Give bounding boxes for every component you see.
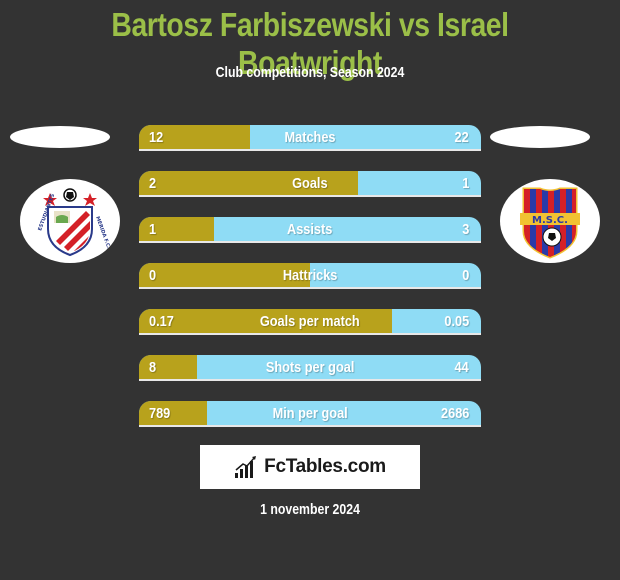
date-label: 1 november 2024 [260,501,360,518]
right-value: 0 [461,267,469,284]
competition-subtitle: Club competitions, Season 2024 [215,64,405,81]
stat-row-min-per-goal[interactable]: 789 Min per goal 2686 [139,401,481,427]
stat-row-hattricks[interactable]: 0 Hattricks 0 [139,263,481,289]
right-team-badge[interactable]: M.S.C. [500,179,600,263]
right-value: 3 [461,221,469,238]
fctables-logo[interactable]: FcTables.com [200,445,420,489]
stat-label: Assists [287,221,333,238]
right-value: 22 [454,129,469,146]
stat-row-assists[interactable]: 1 Assists 3 [139,217,481,243]
stat-label: Min per goal [272,405,348,422]
stat-label: Shots per goal [265,359,355,376]
stat-label: Goals per match [260,313,360,330]
right-player-oval [490,126,590,148]
stat-row-matches[interactable]: 12 Matches 22 [139,125,481,151]
stat-row-shots-per-goal[interactable]: 8 Shots per goal 44 [139,355,481,381]
bar-chart-icon [235,456,257,478]
right-value: 2686 [440,405,469,422]
svg-text:M.S.C.: M.S.C. [532,215,568,226]
msc-crest-icon: M.S.C. [520,187,580,259]
right-value: 1 [461,175,469,192]
stat-label: Goals [292,175,328,192]
right-value: 0.05 [444,313,469,330]
estudiantes-de-merida-crest-icon: ESTUDIANTES MERIDA F.C. [37,188,110,257]
left-team-badge[interactable]: ESTUDIANTES MERIDA F.C. [20,179,120,263]
stat-label: Hattricks [282,267,338,284]
logo-text: FcTables.com [264,456,386,477]
stat-row-goals-per-match[interactable]: 0.17 Goals per match 0.05 [139,309,481,335]
right-value: 44 [454,359,469,376]
stat-row-goals[interactable]: 2 Goals 1 [139,171,481,197]
svg-text:MERIDA F.C.: MERIDA F.C. [94,216,110,250]
stat-label: Matches [284,129,336,146]
left-player-oval [10,126,110,148]
